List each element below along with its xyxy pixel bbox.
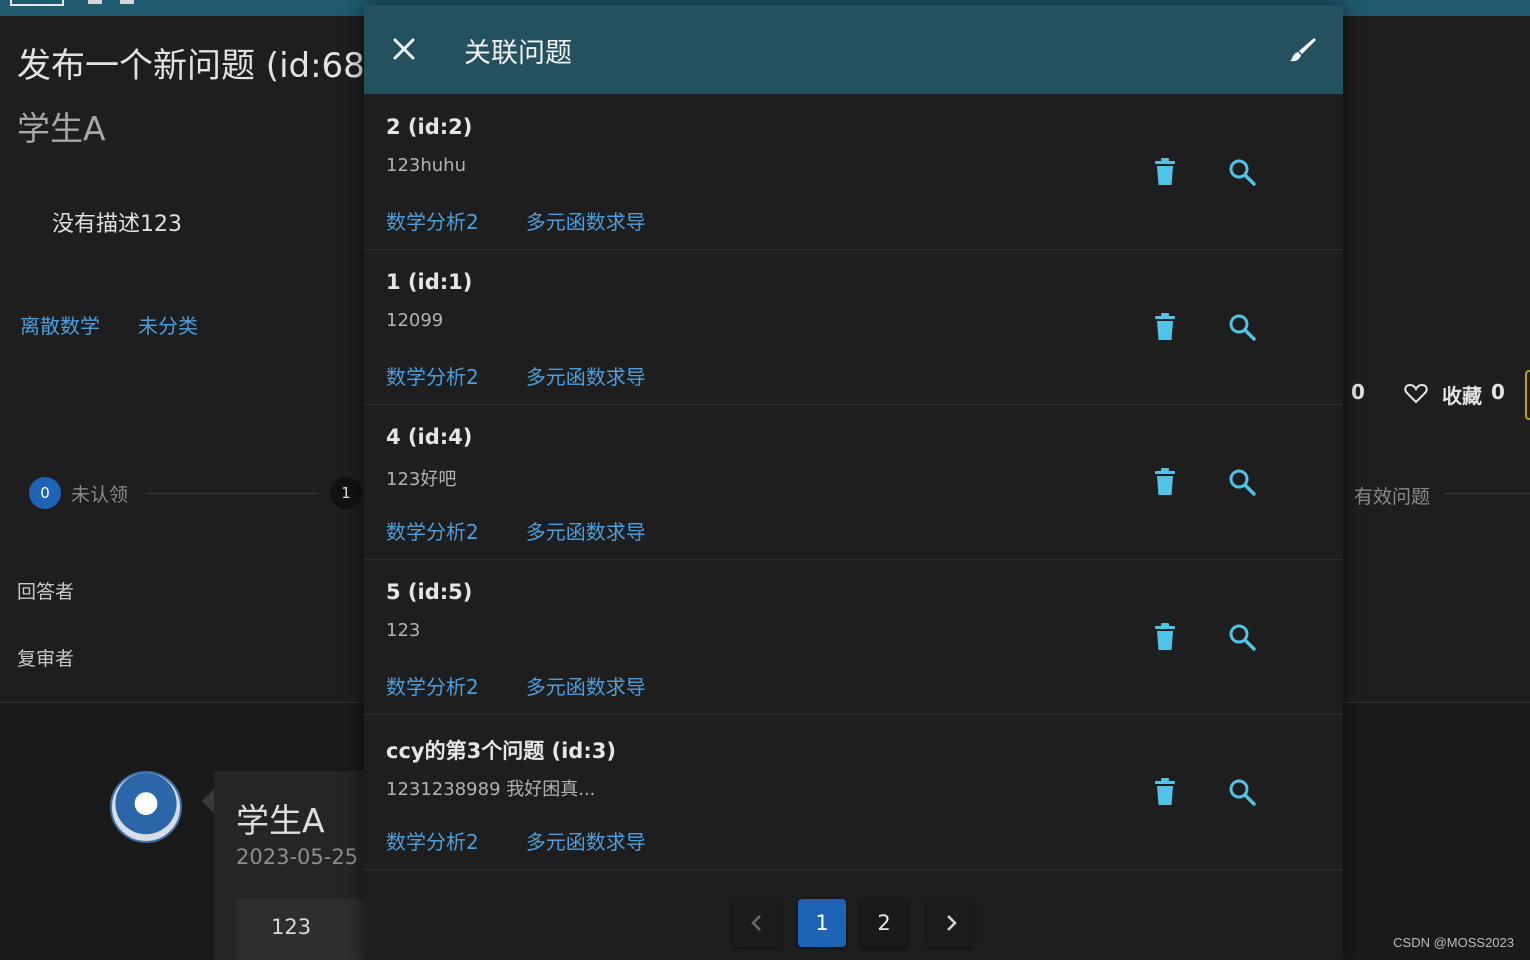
avatar: [110, 771, 182, 843]
dialog-header: 关联问题: [364, 5, 1343, 94]
tag-link[interactable]: 多元函数求导: [526, 826, 646, 855]
tag-link[interactable]: 多元函数求导: [526, 671, 646, 700]
trash-icon[interactable]: [1145, 462, 1185, 502]
page-button[interactable]: 2: [860, 899, 908, 947]
step-valid-label: 有效问题: [1354, 486, 1431, 508]
pagination: 1 2: [364, 895, 1343, 955]
question-title: 发布一个新问题 (id:68): [17, 46, 379, 86]
question-list-item[interactable]: 2 (id:2) 123huhu 数学分析2 多元函数求导: [364, 95, 1343, 250]
question-tags: 数学分析2 多元函数求导: [386, 826, 646, 855]
tag-link[interactable]: 数学分析2: [386, 516, 479, 545]
question-tags: 离散数学 未分类: [20, 310, 198, 339]
question-title[interactable]: ccy的第3个问题 (id:3): [386, 735, 616, 765]
search-icon[interactable]: [1222, 617, 1262, 657]
question-list-item[interactable]: 1 (id:1) 12099 数学分析2 多元函数求导: [364, 250, 1343, 405]
comment-date: 2023-05-25 1: [236, 845, 379, 869]
favorite-label[interactable]: 收藏: [1442, 380, 1482, 409]
trash-icon[interactable]: [1145, 772, 1185, 812]
step-connector: [146, 493, 318, 494]
trash-icon[interactable]: [1145, 617, 1185, 657]
question-tags: 数学分析2 多元函数求导: [386, 206, 646, 235]
tag-link[interactable]: 多元函数求导: [526, 516, 646, 545]
step-connector: [1444, 493, 1530, 494]
comment-author: 学生A: [236, 801, 325, 840]
question-summary: 1231238989 我好困真...: [386, 779, 596, 800]
trash-icon[interactable]: [1145, 307, 1185, 347]
question-summary: 123: [386, 620, 421, 641]
step-unclaimed: 0 未认领: [29, 477, 128, 509]
trash-icon[interactable]: [1145, 152, 1185, 192]
page-button[interactable]: 1: [798, 899, 846, 947]
role-reviewer: 复审者: [17, 648, 75, 670]
comment-body: 123: [236, 899, 366, 960]
step-number: 0: [29, 477, 61, 509]
question-summary: 12099: [386, 310, 444, 331]
stat-count: 0: [1351, 380, 1365, 404]
step-number: 1: [330, 477, 362, 509]
tag-link[interactable]: 数学分析2: [386, 671, 479, 700]
step-label: 未认领: [71, 483, 129, 506]
question-title[interactable]: 5 (id:5): [386, 580, 472, 604]
comment-text: 123: [271, 915, 312, 939]
question-summary: 123huhu: [386, 155, 466, 176]
brush-icon[interactable]: [1288, 35, 1318, 65]
question-description: 没有描述123: [52, 212, 182, 237]
question-tags: 数学分析2 多元函数求导: [386, 516, 646, 545]
dialog-title: 关联问题: [464, 38, 572, 69]
search-icon[interactable]: [1222, 307, 1262, 347]
related-questions-dialog: 关联问题 2 (id:2) 123huhu 数学分析2 多元函数求导 1 (id:1) 1…: [364, 5, 1343, 960]
question-list-item[interactable]: ccy的第3个问题 (id:3) 1231238989 我好困真... 数学分析2 多…: [364, 715, 1343, 870]
tag-link[interactable]: 数学分析2: [386, 206, 479, 235]
role-answerer: 回答者: [17, 581, 75, 603]
search-icon[interactable]: [1222, 462, 1262, 502]
tag-link[interactable]: 未分类: [138, 310, 198, 339]
question-list-item[interactable]: 4 (id:4) 123好吧数学分析2 多元函数求导: [364, 405, 1343, 560]
tag-link[interactable]: 多元函数求导: [526, 361, 646, 390]
question-title[interactable]: 1 (id:1): [386, 270, 472, 294]
question-title[interactable]: 2 (id:2): [386, 115, 472, 139]
edge-button[interactable]: [1525, 370, 1530, 420]
menu-icon[interactable]: [10, 0, 64, 6]
close-icon[interactable]: [390, 35, 418, 63]
tag-link[interactable]: 多元函数求导: [526, 206, 646, 235]
toolbar-icon[interactable]: [88, 0, 102, 4]
question-tags: 数学分析2 多元函数求导: [386, 671, 646, 700]
search-icon[interactable]: [1222, 152, 1262, 192]
question-title[interactable]: 4 (id:4): [386, 425, 472, 449]
chevron-left-icon[interactable]: [733, 899, 781, 947]
tag-link[interactable]: 数学分析2: [386, 826, 479, 855]
tag-link[interactable]: 数学分析2: [386, 361, 479, 390]
step-two: 1: [330, 477, 362, 509]
question-tags: 数学分析2 多元函数求导: [386, 361, 646, 390]
heart-icon[interactable]: [1404, 382, 1428, 408]
toolbar-icon[interactable]: [120, 0, 134, 4]
tag-link[interactable]: 离散数学: [20, 310, 100, 339]
question-author: 学生A: [17, 109, 106, 148]
search-icon[interactable]: [1222, 772, 1262, 812]
question-summary: 123好吧: [386, 469, 457, 490]
watermark: CSDN @MOSS2023: [1393, 935, 1514, 950]
favorite-count: 0: [1491, 380, 1505, 404]
question-list-item[interactable]: 5 (id:5) 123 数学分析2 多元函数求导: [364, 560, 1343, 715]
chevron-right-icon[interactable]: [927, 899, 975, 947]
